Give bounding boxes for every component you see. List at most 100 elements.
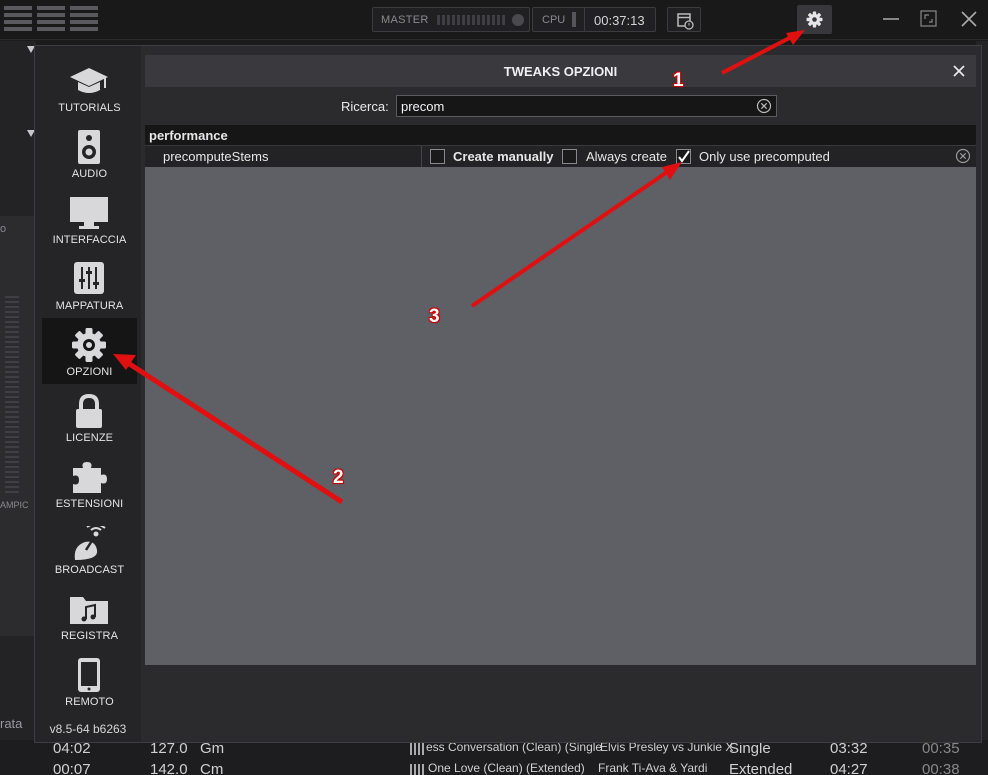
close-icon (961, 11, 977, 27)
create-manually-label[interactable]: Create manually (453, 149, 553, 164)
table-row[interactable]: 04:02 127.0 Gm ess Conversation (Clean) … (0, 740, 988, 760)
video-icon (410, 743, 424, 755)
search-label: Ricerca: (341, 99, 389, 114)
graduation-cap-icon (70, 68, 108, 93)
minimize-button[interactable] (880, 8, 902, 30)
background-text: rata (0, 716, 23, 731)
puzzle-icon (73, 462, 107, 493)
mixer-sliders-icon (74, 262, 104, 294)
monitor-icon (70, 197, 108, 229)
reset-option-button[interactable] (955, 148, 971, 164)
calendar-clock-icon (677, 13, 694, 30)
sidebar-item-remoto[interactable]: REMOTO (42, 648, 137, 714)
sidebar-item-label: BROADCAST (54, 564, 125, 576)
video-icon (410, 764, 424, 775)
sidebar-item-interfaccia[interactable]: INTERFACCIA (42, 186, 137, 252)
type-cell: Extended (729, 761, 793, 775)
track-cell: ess Conversation (Clean) (Single Elvis P… (410, 740, 970, 760)
tweaks-results: performance precomputeStems Create manua… (145, 125, 976, 665)
sidebar-item-broadcast[interactable]: BROADCAST (42, 516, 137, 582)
background-text: AMPIC (0, 500, 29, 510)
background-meter (5, 296, 19, 496)
maximize-icon (920, 10, 937, 27)
cpu-label: CPU (542, 14, 566, 26)
category-label: performance (149, 128, 228, 143)
extra-cell: 00:38 (922, 761, 960, 775)
sidebar-item-label: ESTENSIONI (55, 498, 124, 510)
close-window-button[interactable] (958, 8, 980, 30)
phone-icon (78, 658, 100, 692)
sidebar-item-label: MAPPATURA (55, 300, 124, 312)
sidebar-item-label: OPZIONI (66, 366, 113, 378)
always-create-checkbox[interactable] (562, 149, 577, 164)
sidebar-item-label: INTERFACCIA (52, 234, 127, 246)
time-cell: 00:07 (53, 761, 91, 775)
annotation-label-1: 1 (673, 70, 684, 91)
bpm-cell: 142.0 (150, 761, 188, 775)
sidebar-item-tutorials[interactable]: TUTORIALS (42, 54, 137, 120)
clock: 00:37:13 (594, 13, 645, 28)
clear-search-button[interactable] (756, 98, 772, 114)
dialog-title: TWEAKS OPZIONI (503, 64, 618, 79)
sidebar-item-label: REMOTO (65, 696, 114, 708)
lock-icon (76, 394, 102, 428)
artist-cell: Frank Ti-Ava & Yardi (598, 761, 708, 775)
gear-icon (806, 11, 823, 28)
table-row[interactable]: 00:07 142.0 Cm One Love (Clean) (Extende… (0, 761, 988, 775)
calendar-clock-button[interactable] (667, 7, 701, 32)
title-cell: One Love (Clean) (Extended) (428, 761, 585, 775)
maximize-button[interactable] (918, 8, 940, 30)
version-label: v8.5-64 b6263 (49, 722, 127, 736)
browser-track-list: 04:02 127.0 Gm ess Conversation (Clean) … (0, 740, 988, 775)
top-bar: MASTER CPU 00:37:13 (0, 0, 988, 40)
always-create-label[interactable]: Always create (586, 149, 667, 164)
sidebar-item-label: REGISTRA (60, 630, 119, 642)
background-text: o (0, 223, 7, 235)
divider (584, 8, 585, 31)
sidebar-item-licenze[interactable]: LICENZE (42, 384, 137, 450)
dialog-close-button[interactable] (949, 61, 969, 81)
app-window: MASTER CPU 00:37:13 o AMPIC rata 04:02 1… (0, 0, 988, 775)
only-use-precomputed-checkbox[interactable] (676, 149, 691, 164)
annotation-label-2: 2 (333, 467, 344, 488)
broadcast-icon (74, 526, 106, 560)
dialog-title-bar: TWEAKS OPZIONI (145, 55, 976, 87)
create-manually-checkbox[interactable] (430, 149, 445, 164)
search-field[interactable] (396, 95, 777, 117)
key-cell: Cm (200, 761, 224, 775)
track-cell: One Love (Clean) (Extended) Frank Ti-Ava… (410, 761, 970, 775)
clear-icon (955, 148, 971, 164)
background-deck-area (0, 41, 36, 741)
tweaks-panel: TWEAKS OPZIONI Ricerca: performance (145, 55, 976, 665)
sidebar-item-estensioni[interactable]: ESTENSIONI (42, 450, 137, 516)
master-volume-knob[interactable] (512, 14, 524, 26)
settings-button[interactable] (797, 5, 832, 34)
sidebar-item-label: LICENZE (65, 432, 114, 444)
sidebar-item-label: TUTORIALS (58, 102, 121, 114)
master-label: MASTER (381, 14, 429, 26)
music-folder-icon (70, 597, 108, 624)
master-meter-panel: MASTER (372, 7, 530, 32)
sidebar-item-mappatura[interactable]: MAPPATURA (42, 252, 137, 318)
minimize-icon (883, 18, 899, 20)
option-name: precomputeStems (163, 149, 269, 164)
close-icon (953, 65, 965, 77)
option-row: precomputeStems Create manually Always c… (145, 146, 976, 167)
sidebar-item-label: AUDIO (71, 168, 108, 180)
cpu-clock-panel: CPU 00:37:13 (532, 7, 656, 32)
divider (421, 146, 422, 167)
menu-icon[interactable] (4, 6, 98, 32)
category-header: performance (145, 125, 976, 146)
gear-icon (72, 328, 106, 362)
speaker-icon (78, 130, 100, 164)
annotation-label-3: 3 (429, 306, 440, 327)
checkmark-icon (678, 150, 690, 163)
sidebar-item-opzioni[interactable]: OPZIONI (42, 318, 137, 384)
cpu-meter (572, 12, 576, 27)
search-input[interactable] (401, 98, 741, 114)
settings-sidebar: TUTORIALS AUDIO INTERFACCIA MAPPATURA OP… (35, 46, 141, 742)
sidebar-item-registra[interactable]: REGISTRA (42, 582, 137, 648)
sidebar-item-audio[interactable]: AUDIO (42, 120, 137, 186)
master-level-meter (437, 15, 507, 25)
only-use-precomputed-label[interactable]: Only use precomputed (699, 149, 830, 164)
